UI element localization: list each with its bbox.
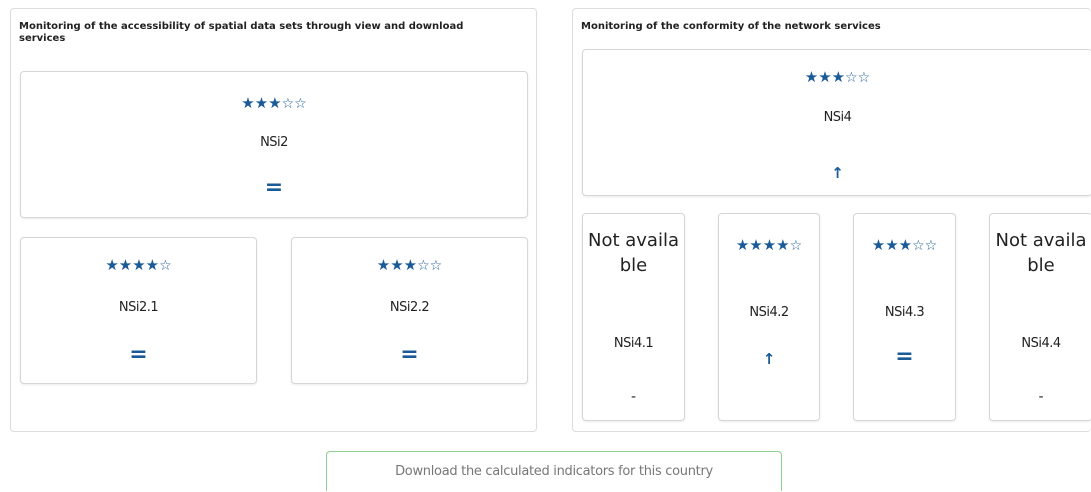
rating-stars: ★★★☆☆ [292,256,527,275]
empty-stars: ☆ [159,258,172,274]
trend-up-arrow-icon: ↑ [762,350,776,368]
not-available-status: Not available [587,230,679,276]
rating-stars: ★★★☆☆ [583,68,1091,87]
trend-equal-icon: = [895,344,914,369]
trend-up-arrow-icon: ↑ [831,164,844,182]
not-available-status: Not available [995,230,1087,276]
indicator-label: NSi2.1 [118,300,159,315]
accessibility-panel-title: Monitoring of the accessibility of spati… [19,21,464,44]
filled-stars: ★★★ [241,94,282,112]
trend-none-dash: - [630,389,637,405]
filled-stars: ★★★★ [735,236,790,254]
trend-equal-icon: = [264,175,284,200]
empty-stars: ☆☆ [912,238,938,254]
empty-stars: ☆☆ [845,70,871,86]
indicator-card-nsi2: ★★★☆☆ NSi2 = [20,71,528,218]
trend-none-dash: - [1038,389,1044,405]
indicator-label: NSi4 [823,110,852,125]
filled-stars: ★★★ [376,256,418,274]
rating-stars: ★★★★☆ [21,256,256,275]
filled-stars: ★★★ [804,68,846,86]
rating-stars: ★★★☆☆ [854,232,955,259]
indicator-label: NSi4.4 [1021,336,1061,351]
indicator-label: NSi4.2 [749,305,789,320]
rating-stars: ★★★☆☆ [21,94,527,113]
indicator-label: NSi4.1 [613,336,654,351]
indicator-card-nsi2-2: ★★★☆☆ NSi2.2 = [291,237,528,384]
indicator-card-nsi2-1: ★★★★☆ NSi2.1 = [20,237,257,384]
indicator-label: NSi4.3 [884,305,925,320]
empty-stars: ☆☆ [417,258,443,274]
rating-stars: ★★★★☆ [719,232,819,259]
filled-stars: ★★★ [871,236,913,254]
filled-stars: ★★★★ [105,256,160,274]
indicator-card-nsi4: ★★★☆☆ NSi4 ↑ [582,49,1091,196]
accessibility-panel: Monitoring of the accessibility of spati… [10,8,537,432]
indicator-label: NSi2 [260,135,288,150]
conformity-panel-title: Monitoring of the conformity of the netw… [581,21,881,32]
conformity-panel: Monitoring of the conformity of the netw… [572,8,1091,432]
trend-equal-icon: = [400,342,419,367]
empty-stars: ☆ [789,238,803,254]
indicator-card-nsi4-3: ★★★☆☆ NSi4.3 = [853,213,956,421]
indicator-label: NSi2.2 [389,300,430,315]
download-indicators-button[interactable]: Download the calculated indicators for t… [326,451,782,491]
indicator-card-nsi4-1: Not available NSi4.1 - [582,213,685,421]
empty-stars: ☆☆ [281,96,307,112]
trend-equal-icon: = [129,342,148,367]
indicator-card-nsi4-4: Not available NSi4.4 - [989,213,1091,421]
indicator-card-nsi4-2: ★★★★☆ NSi4.2 ↑ [718,213,820,421]
